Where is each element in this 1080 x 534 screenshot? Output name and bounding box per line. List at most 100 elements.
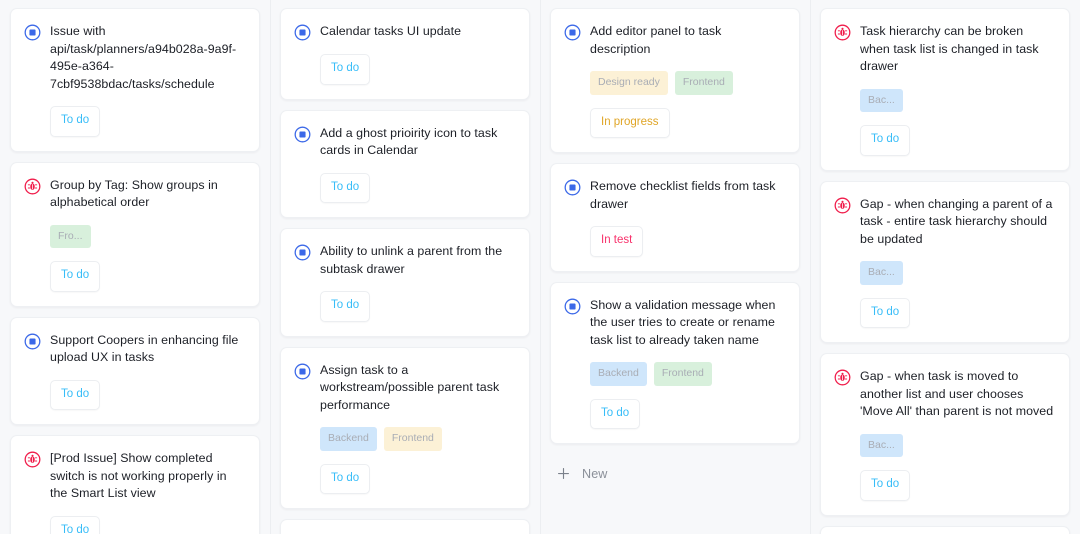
status-row: To do — [50, 515, 245, 534]
task-card[interactable]: Calendar tasks UI update To do — [280, 8, 530, 100]
kanban-board: Issue with api/task/planners/a94b028a-9a… — [0, 0, 1080, 534]
card-title: [Prod Issue] Show completed switch is no… — [50, 451, 227, 500]
status-badge[interactable]: To do — [50, 261, 101, 292]
status-badge[interactable]: In progress — [590, 107, 670, 138]
board-column-4: Task hierarchy can be broken when task l… — [810, 0, 1080, 534]
status-badge[interactable]: In test — [590, 226, 644, 257]
tag-row: Design ready Frontend — [590, 71, 785, 95]
tag-chip[interactable]: Frontend — [674, 71, 733, 95]
tag-chip[interactable]: Bac... — [860, 88, 903, 112]
tag-row: Bac... — [860, 88, 1055, 112]
card-title: Support Coopers in enhancing file upload… — [50, 332, 239, 365]
status-row: To do — [50, 379, 245, 410]
status-badge[interactable]: To do — [50, 106, 101, 137]
card-header: Add a ghost prioirity icon to task cards… — [294, 125, 515, 160]
task-icon — [24, 333, 41, 349]
tag-chip[interactable]: Bac... — [860, 433, 903, 457]
task-icon — [564, 24, 581, 41]
task-card[interactable]: Gap - when task is moved to another list… — [820, 525, 1070, 534]
status-row: To do — [320, 54, 515, 85]
tag-row: Bac... — [860, 433, 1055, 457]
task-icon — [564, 179, 581, 196]
task-card[interactable]: [Prod Issue] Show completed switch is no… — [10, 435, 260, 534]
task-icon — [24, 24, 41, 41]
board-column-3: Add editor panel to task description Desi… — [540, 0, 810, 534]
card-header: Ability to unlink a parent from the subt… — [294, 243, 515, 278]
task-icon — [564, 298, 581, 314]
status-row: To do — [860, 470, 1055, 501]
board-column-1: Issue with api/task/planners/a94b028a-9a… — [0, 0, 270, 534]
card-header: Task hierarchy can be broken when task l… — [834, 23, 1055, 76]
status-badge[interactable]: To do — [320, 54, 371, 85]
tag-chip[interactable]: Bac... — [860, 261, 903, 285]
card-header: Assign task to a workstream/possible par… — [294, 362, 515, 415]
status-badge[interactable]: To do — [50, 515, 101, 534]
bug-icon — [834, 369, 851, 386]
plus-icon — [557, 467, 570, 480]
status-badge[interactable]: To do — [860, 297, 911, 328]
card-header: Gap - when task is moved to another list… — [834, 368, 1055, 421]
card-header: Gap - when changing a parent of a task -… — [834, 196, 1055, 249]
task-card[interactable]: Show a validation message when the user … — [550, 281, 800, 444]
card-header: Group by Tag: Show groups in alphabetica… — [24, 177, 245, 212]
status-badge[interactable]: To do — [320, 291, 371, 322]
status-row: To do — [590, 398, 785, 429]
task-card[interactable]: Gap - when task is moved to another list… — [820, 353, 1070, 516]
status-row: In test — [590, 226, 785, 257]
status-row: To do — [50, 106, 245, 137]
status-badge[interactable]: To do — [590, 398, 641, 429]
board-column-2: Calendar tasks UI update To do Add a ghost… — [270, 0, 540, 534]
task-card[interactable]: Remove checklist fields from task drawer… — [550, 163, 800, 272]
bug-icon — [834, 24, 851, 41]
status-row: To do — [320, 172, 515, 203]
status-badge[interactable]: To do — [860, 470, 911, 501]
tag-chip[interactable]: Backend — [320, 427, 377, 451]
card-header: Remove checklist fields from task drawer — [564, 178, 785, 213]
status-badge[interactable]: To do — [320, 172, 371, 203]
tag-row: Bac... — [860, 261, 1055, 285]
card-title: Calendar tasks UI update — [320, 24, 462, 38]
task-card[interactable]: Assign task to a workstream/possible par… — [280, 346, 530, 509]
add-new-card-label: New — [582, 466, 608, 481]
task-card[interactable]: Add a ghost prioirity icon to task cards… — [280, 109, 530, 218]
card-title: Show a validation message when the user … — [590, 297, 776, 347]
card-header: Show a validation message when the user … — [564, 297, 785, 350]
tag-chip[interactable]: Design ready — [590, 71, 668, 95]
status-row: In progress — [590, 107, 785, 138]
tag-chip[interactable]: Fro... — [50, 224, 91, 248]
card-header: Issue with api/task/planners/a94b028a-9a… — [24, 23, 245, 93]
bug-icon — [24, 178, 41, 194]
status-row: To do — [320, 463, 515, 494]
task-icon — [294, 244, 311, 261]
task-card[interactable]: Task hierarchy can be broken when task l… — [820, 8, 1070, 171]
task-card[interactable]: Support Coopers in enhancing file upload… — [10, 316, 260, 425]
tag-chip[interactable]: Frontend — [383, 427, 442, 451]
task-card[interactable]: Group by Tag: Show groups in alphabetica… — [10, 161, 260, 307]
status-badge[interactable]: To do — [50, 379, 101, 410]
card-title: Remove checklist fields from task drawer — [590, 179, 776, 211]
card-title: Gap - when changing a parent of a task -… — [860, 196, 1053, 246]
card-header: Support Coopers in enhancing file upload… — [24, 332, 245, 367]
card-title: Gap - when task is moved to another list… — [860, 369, 1054, 418]
status-row: To do — [50, 261, 245, 292]
card-title: Add editor panel to task description — [590, 24, 722, 56]
tag-chip[interactable]: Backend — [590, 362, 647, 386]
task-card[interactable]: Update Assign parent/assign subtasks mod… — [280, 519, 530, 534]
status-badge[interactable]: To do — [860, 125, 911, 156]
card-header: [Prod Issue] Show completed switch is no… — [24, 450, 245, 503]
status-row: To do — [860, 297, 1055, 328]
bug-icon — [24, 451, 41, 468]
card-title: Add a ghost prioirity icon to task cards… — [320, 125, 498, 158]
card-header: Calendar tasks UI update — [294, 23, 515, 41]
bug-icon — [834, 197, 851, 213]
task-card[interactable]: Gap - when changing a parent of a task -… — [820, 180, 1070, 343]
task-icon — [294, 24, 311, 41]
add-new-card-button[interactable]: New — [550, 454, 800, 485]
card-header: Add editor panel to task description — [564, 23, 785, 58]
status-badge[interactable]: To do — [320, 463, 371, 494]
task-card[interactable]: Issue with api/task/planners/a94b028a-9a… — [10, 8, 260, 152]
task-card[interactable]: Ability to unlink a parent from the subt… — [280, 228, 530, 337]
task-card[interactable]: Add editor panel to task description Desi… — [550, 8, 800, 153]
tag-chip[interactable]: Frontend — [653, 362, 712, 386]
card-title: Ability to unlink a parent from the subt… — [320, 244, 503, 276]
